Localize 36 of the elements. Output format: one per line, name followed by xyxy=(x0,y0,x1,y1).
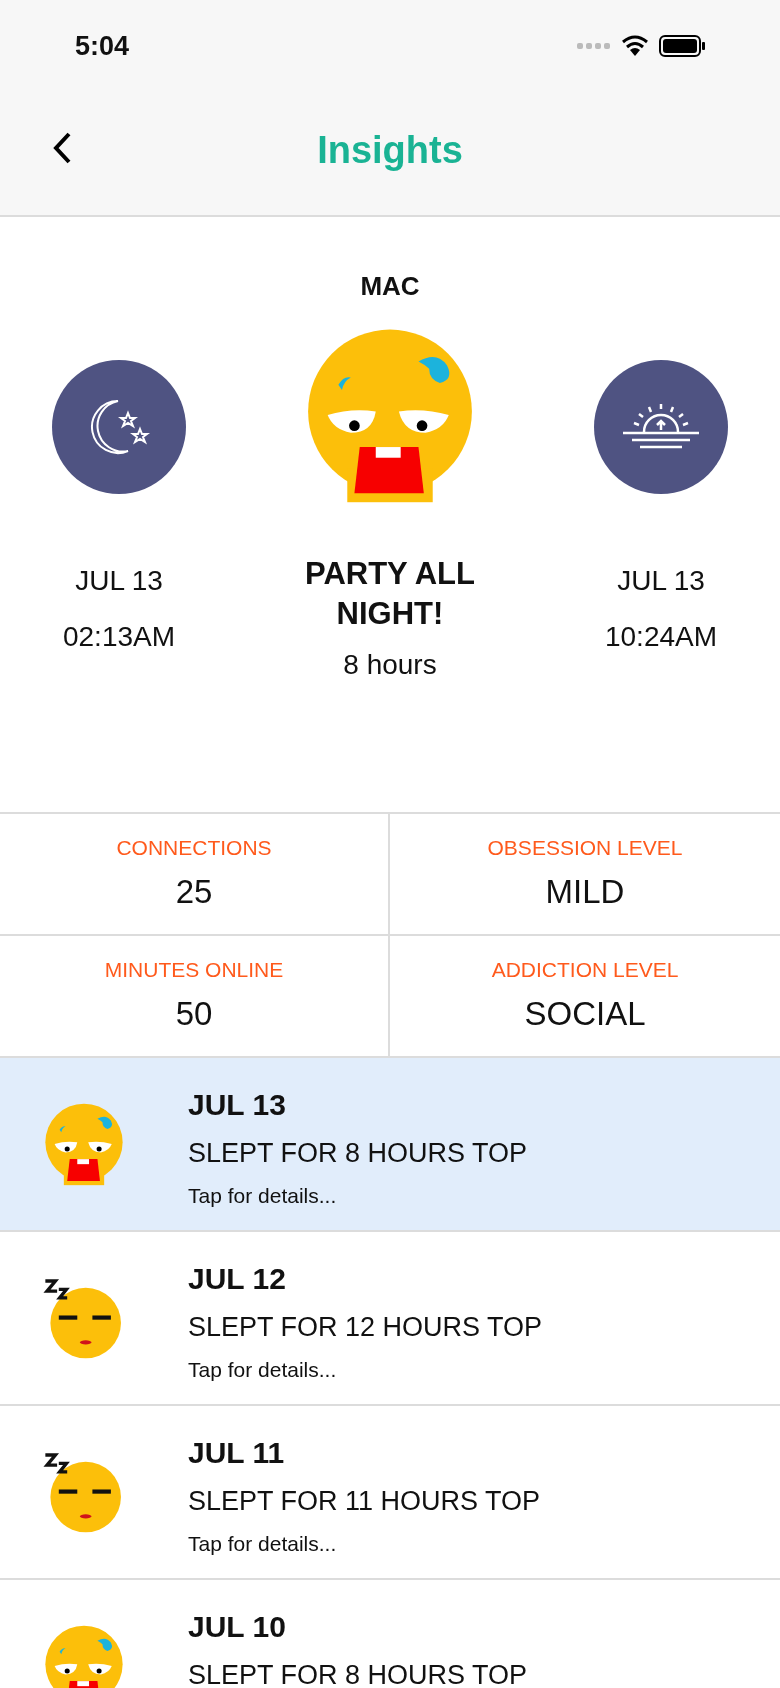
row-summary: SLEPT FOR 12 HOURS TOP xyxy=(188,1311,543,1344)
row-date: JUL 12 xyxy=(188,1261,287,1297)
status-time: 5:04 xyxy=(75,29,130,63)
sweating-face-icon xyxy=(42,1102,126,1186)
end-date: JUL 13 xyxy=(617,564,705,598)
mood-title: PARTY ALL NIGHT! xyxy=(304,555,476,633)
row-summary: SLEPT FOR 8 HOURS TOP xyxy=(188,1659,528,1688)
start-date: JUL 13 xyxy=(75,564,163,598)
stat-value: SOCIAL xyxy=(524,994,646,1034)
row-hint: Tap for details... xyxy=(188,1182,338,1209)
stat-value: 25 xyxy=(175,872,213,912)
row-hint: Tap for details... xyxy=(188,1530,338,1557)
row-date: JUL 10 xyxy=(188,1609,287,1645)
back-icon xyxy=(52,131,72,165)
end-time: 10:24AM xyxy=(604,620,718,654)
stat-value: 50 xyxy=(175,994,213,1034)
row-hint: Tap for details... xyxy=(188,1356,338,1383)
stat-label: OBSESSION LEVEL xyxy=(487,834,683,861)
day-row[interactable]: JUL 13 SLEPT FOR 8 HOURS TOP Tap for details... xyxy=(0,1058,780,1232)
row-date: JUL 13 xyxy=(188,1087,287,1123)
stat-label: CONNECTIONS xyxy=(116,834,272,861)
device-name: MAC xyxy=(360,270,420,303)
stat-label: MINUTES ONLINE xyxy=(104,956,284,983)
moon-stars-icon xyxy=(88,399,150,455)
wifi-icon xyxy=(621,35,649,57)
stat-value: MILD xyxy=(545,872,625,912)
battery-icon xyxy=(659,35,705,57)
row-summary: SLEPT FOR 11 HOURS TOP xyxy=(188,1485,541,1518)
row-date: JUL 11 xyxy=(188,1435,286,1471)
page-title: Insights xyxy=(317,128,463,173)
sweating-face-icon xyxy=(42,1624,126,1688)
signal-icon xyxy=(577,42,611,50)
sleep-duration: 8 hours xyxy=(343,648,437,682)
start-time: 02:13AM xyxy=(62,620,176,654)
row-summary: SLEPT FOR 8 HOURS TOP xyxy=(188,1137,528,1170)
stat-label: ADDICTION LEVEL xyxy=(491,956,679,983)
